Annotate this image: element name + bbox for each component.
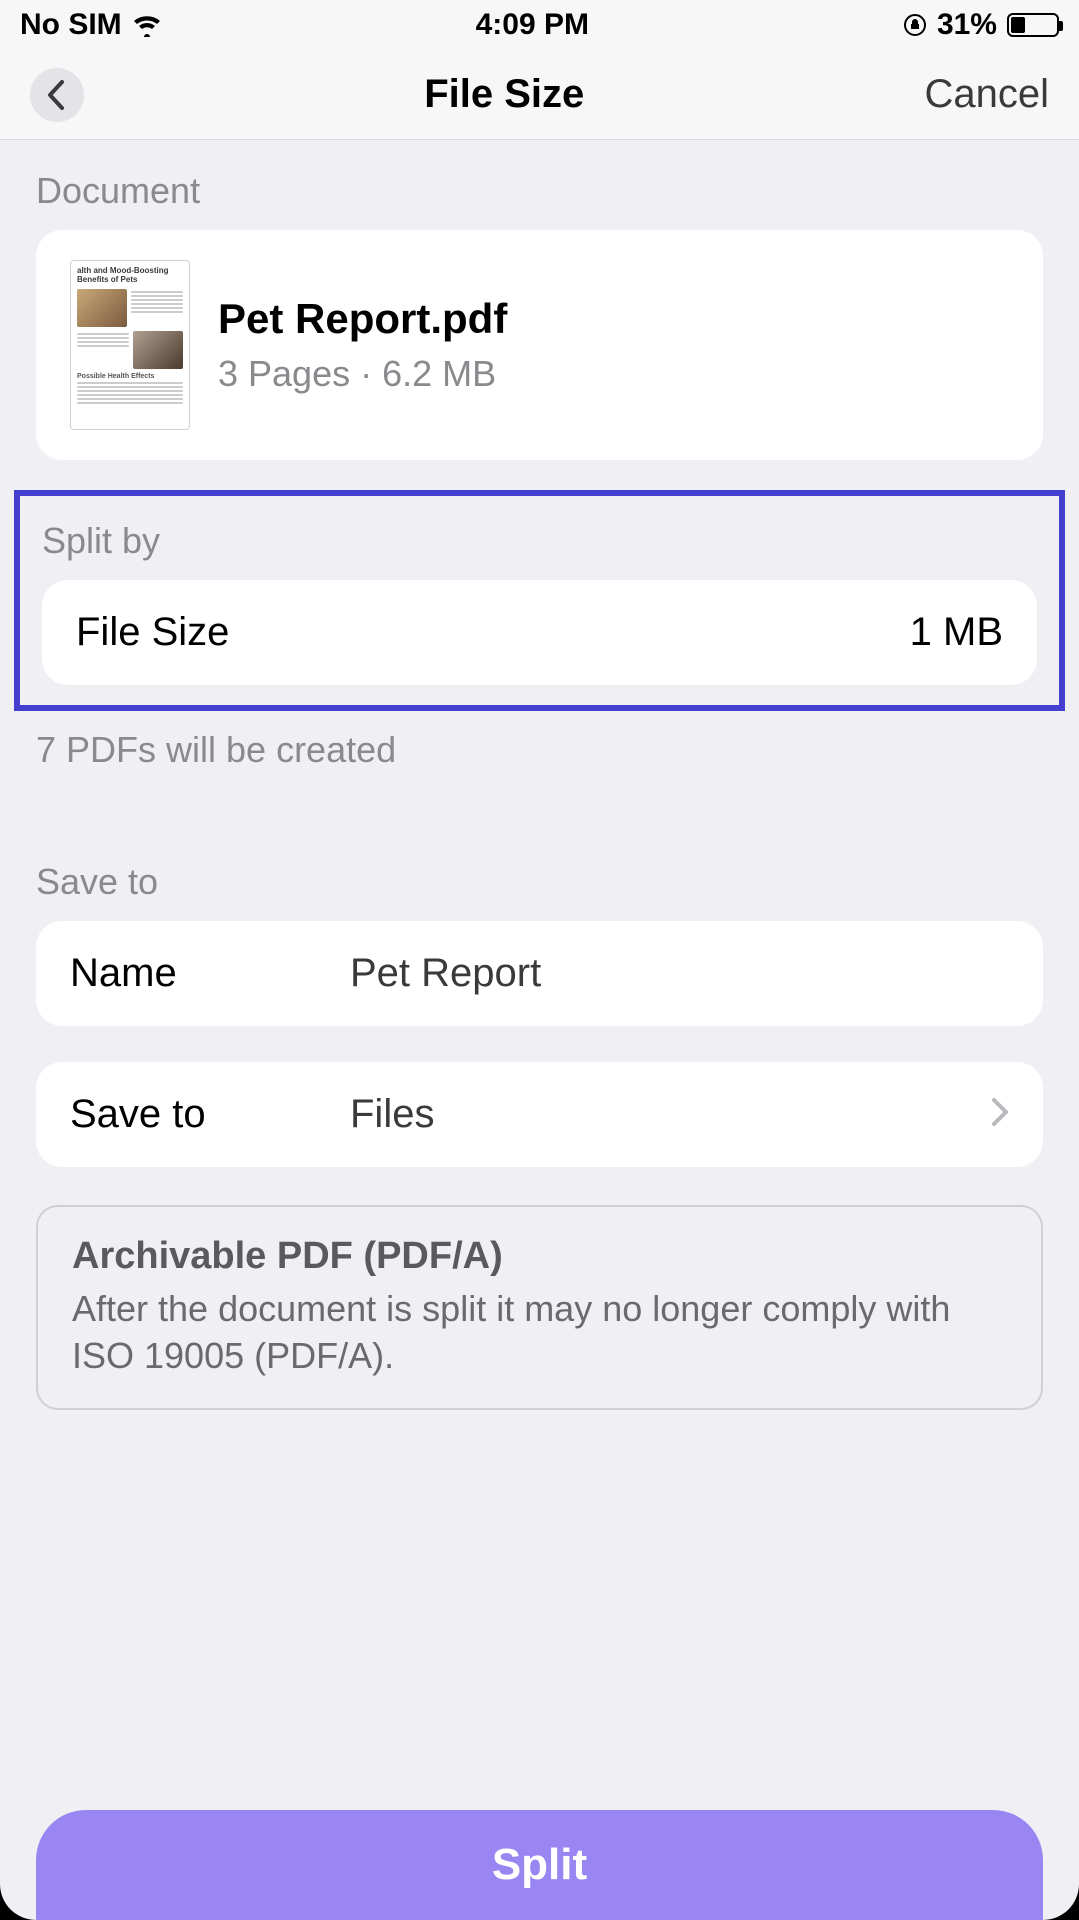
rotation-lock-icon <box>903 13 927 37</box>
split-method-label: File Size <box>76 610 229 655</box>
chevron-right-icon <box>991 1092 1009 1137</box>
chevron-left-icon <box>46 80 68 110</box>
document-card[interactable]: alth and Mood-Boosting Benefits of Pets … <box>36 230 1043 460</box>
page-title: File Size <box>424 72 584 117</box>
screen-corner <box>0 1884 36 1920</box>
split-result-hint: 7 PDFs will be created <box>0 711 1079 771</box>
back-button[interactable] <box>30 68 84 122</box>
section-label-document: Document <box>0 140 1079 230</box>
name-label: Name <box>70 951 310 996</box>
name-input[interactable] <box>350 951 1009 996</box>
section-label-split-by: Split by <box>20 514 1059 580</box>
pdfa-info-body: After the document is split it may no lo… <box>72 1286 1007 1380</box>
pdfa-info-card: Archivable PDF (PDF/A) After the documen… <box>36 1205 1043 1410</box>
save-to-label: Save to <box>70 1092 310 1137</box>
thumb-heading: alth and Mood-Boosting Benefits of Pets <box>77 267 183 285</box>
split-method-value: 1 MB <box>910 610 1003 655</box>
battery-percent: 31% <box>937 8 997 42</box>
document-thumbnail: alth and Mood-Boosting Benefits of Pets … <box>70 260 190 430</box>
split-button[interactable]: Split <box>36 1810 1043 1920</box>
document-subtitle: 3 Pages · 6.2 MB <box>218 353 507 395</box>
name-row[interactable]: Name <box>36 921 1043 1026</box>
battery-icon <box>1007 13 1059 37</box>
save-destination-row[interactable]: Save to Files <box>36 1062 1043 1167</box>
save-to-value: Files <box>350 1092 951 1137</box>
status-bar: No SIM 4:09 PM 31% <box>0 0 1079 50</box>
split-method-row[interactable]: File Size 1 MB <box>42 580 1037 685</box>
pdfa-info-title: Archivable PDF (PDF/A) <box>72 1235 1007 1278</box>
wifi-icon <box>132 13 162 37</box>
carrier-label: No SIM <box>20 8 122 42</box>
cancel-button[interactable]: Cancel <box>924 72 1049 117</box>
nav-header: File Size Cancel <box>0 50 1079 140</box>
section-label-save-to: Save to <box>0 831 1079 921</box>
thumb-subheading: Possible Health Effects <box>77 373 183 381</box>
split-by-highlight: Split by File Size 1 MB <box>14 490 1065 711</box>
screen-corner <box>1043 1884 1079 1920</box>
clock: 4:09 PM <box>476 8 589 42</box>
document-filename: Pet Report.pdf <box>218 295 507 343</box>
